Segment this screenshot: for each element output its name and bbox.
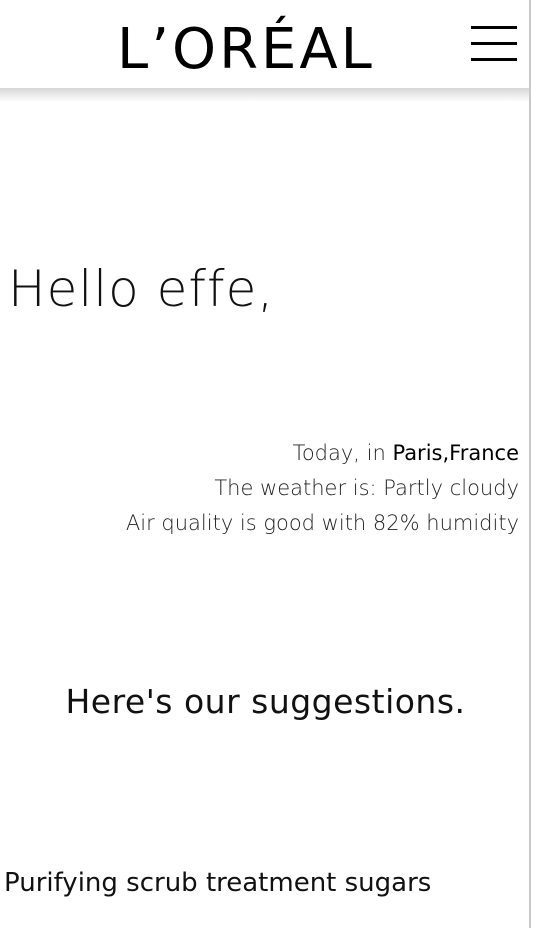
- weather-country: France: [449, 441, 519, 465]
- hamburger-menu-icon[interactable]: [471, 26, 519, 62]
- weather-condition: The weather is: Partly cloudy: [214, 476, 519, 500]
- header-shadow-divider: [0, 88, 529, 102]
- weather-location-line: Today, in Paris,France: [126, 436, 519, 471]
- air-quality: Air quality is good with 82% humidity: [125, 511, 519, 535]
- menu-bar-bottom: [471, 58, 517, 61]
- weather-city: Paris: [392, 441, 443, 465]
- weather-summary: Today, in Paris,France The weather is: P…: [126, 436, 519, 541]
- today-prefix: Today, in: [292, 441, 393, 465]
- menu-bar-top: [471, 26, 517, 29]
- loreal-logo[interactable]: L’ORÉAL: [117, 22, 417, 78]
- top-header: L’ORÉAL: [0, 0, 529, 88]
- menu-bar-middle: [471, 42, 517, 45]
- suggestions-heading: Here's our suggestions.: [65, 682, 466, 721]
- greeting-heading: Hello effe,: [8, 260, 275, 318]
- product-card-title[interactable]: Purifying scrub treatment sugars: [4, 868, 431, 898]
- app-page: L’ORÉAL Hello effe, Today, in Paris,Fran…: [0, 0, 531, 928]
